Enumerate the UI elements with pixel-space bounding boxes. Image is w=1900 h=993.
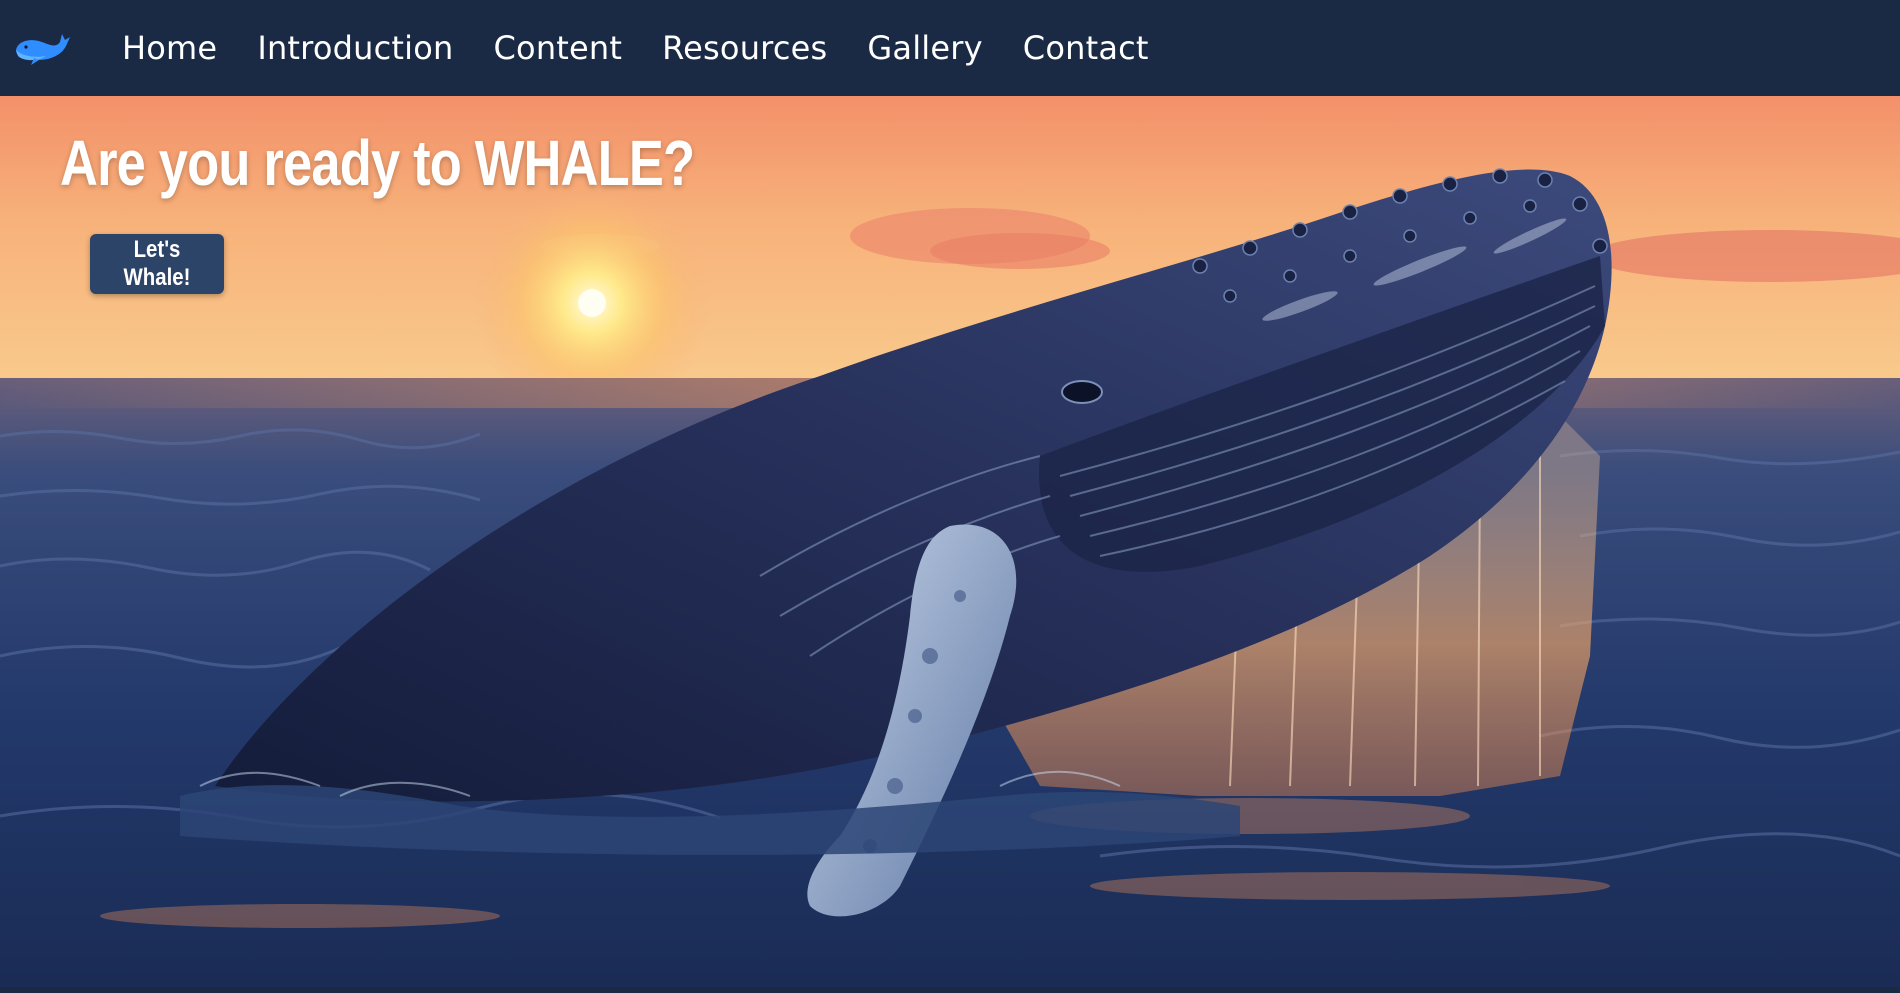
breaching-whale-sunset-image — [0, 96, 1900, 987]
top-navbar: Home Introduction Content Resources Gall… — [0, 0, 1900, 96]
hero-section: Are you ready to WHALE? Let's Whale! — [0, 96, 1900, 987]
whale-logo-icon[interactable] — [12, 28, 72, 68]
lets-whale-button[interactable]: Let's Whale! — [90, 234, 224, 294]
nav-resources-link[interactable]: Resources — [662, 29, 827, 67]
nav-content-link[interactable]: Content — [494, 29, 623, 67]
lets-whale-button-label: Let's Whale! — [123, 236, 191, 291]
nav-introduction-link[interactable]: Introduction — [257, 29, 453, 67]
page: Home Introduction Content Resources Gall… — [0, 0, 1900, 993]
bottom-edge — [0, 987, 1900, 993]
nav-home-link[interactable]: Home — [122, 29, 217, 67]
hero-title: Are you ready to WHALE? — [60, 127, 695, 199]
nav-links: Home Introduction Content Resources Gall… — [122, 29, 1149, 67]
nav-gallery-link[interactable]: Gallery — [867, 29, 982, 67]
nav-contact-link[interactable]: Contact — [1023, 29, 1149, 67]
